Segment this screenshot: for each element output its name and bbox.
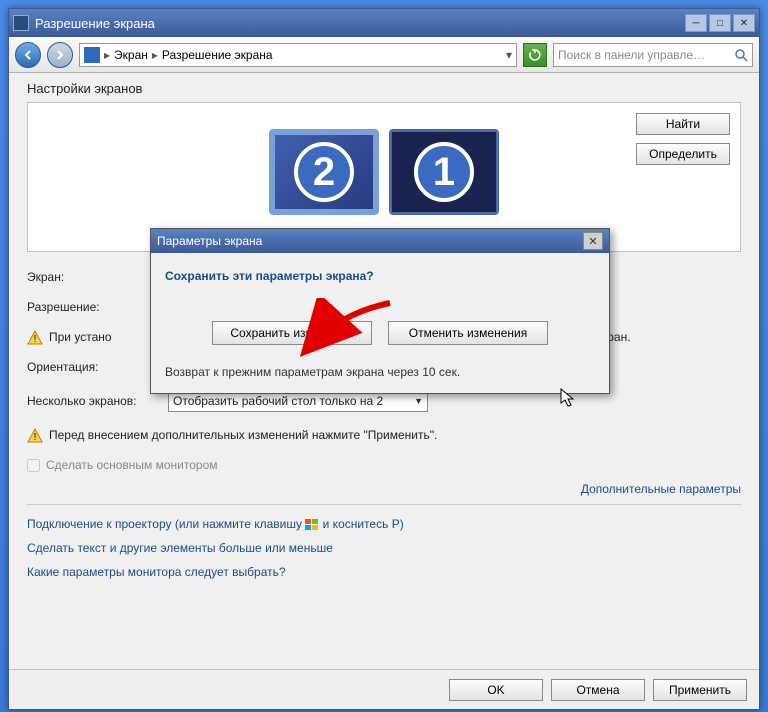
maximize-button[interactable]: □ [709, 14, 731, 32]
find-button[interactable]: Найти [636, 113, 730, 135]
breadcrumb-item-resolution[interactable]: Разрешение экрана [162, 48, 273, 62]
svg-text:!: ! [34, 432, 37, 443]
advanced-link[interactable]: Дополнительные параметры [27, 482, 741, 496]
refresh-button[interactable] [523, 43, 547, 67]
dialog-title-text: Параметры экрана [157, 234, 583, 248]
refresh-icon [528, 48, 542, 62]
windows-logo-icon [305, 519, 319, 531]
dialog-titlebar[interactable]: Параметры экрана ✕ [151, 229, 609, 253]
back-button[interactable] [15, 42, 41, 68]
breadcrumb-sep: ▸ [152, 48, 158, 62]
monitor-icon [84, 47, 100, 63]
save-changes-button[interactable]: Сохранить изменения [212, 321, 372, 345]
toolbar: ▸ Экран ▸ Разрешение экрана ▾ Поиск в па… [9, 37, 759, 73]
multiple-label: Несколько экранов: [27, 394, 162, 408]
breadcrumb-sep: ▸ [104, 48, 110, 62]
window-title: Разрешение экрана [35, 16, 685, 31]
forward-button[interactable] [47, 42, 73, 68]
screen-label: Экран: [27, 270, 162, 284]
svg-text:!: ! [34, 334, 37, 345]
warning-text-1a: При устано [49, 330, 112, 344]
identify-button[interactable]: Определить [636, 143, 730, 165]
search-placeholder: Поиск в панели управле… [558, 48, 705, 62]
make-main-checkbox [27, 459, 40, 472]
monitor-2-number: 2 [313, 150, 335, 195]
chevron-down-icon[interactable]: ▾ [506, 48, 512, 62]
arrow-left-icon [22, 49, 34, 61]
orientation-label: Ориентация: [27, 360, 162, 374]
search-icon [734, 48, 748, 62]
projector-link-post: и коснитесь P) [319, 517, 403, 531]
projector-link-pre: Подключение к проектору (или нажмите кла… [27, 517, 305, 531]
dialog-close-button[interactable]: ✕ [583, 232, 603, 250]
monitor-1[interactable]: 1 [389, 129, 499, 215]
ok-button[interactable]: OK [449, 679, 543, 701]
close-button[interactable]: ✕ [733, 14, 755, 32]
divider [27, 504, 741, 505]
screen-params-dialog: Параметры экрана ✕ Сохранить эти парамет… [150, 228, 610, 394]
dialog-question: Сохранить эти параметры экрана? [165, 269, 595, 283]
breadcrumb-item-screen[interactable]: Экран [114, 48, 148, 62]
bottom-button-bar: OK Отмена Применить [9, 669, 759, 709]
revert-changes-button[interactable]: Отменить изменения [388, 321, 548, 345]
monitor-1-number: 1 [433, 150, 455, 195]
monitor-params-link[interactable]: Какие параметры монитора следует выбрать… [27, 565, 741, 579]
projector-link[interactable]: Подключение к проектору (или нажмите кла… [27, 517, 741, 531]
section-title: Настройки экранов [27, 81, 741, 96]
apply-button[interactable]: Применить [653, 679, 747, 701]
monitor-2[interactable]: 2 [269, 129, 379, 215]
minimize-button[interactable]: ─ [685, 14, 707, 32]
multiple-screens-value: Отобразить рабочий стол только на 2 [173, 394, 383, 408]
make-main-label: Сделать основным монитором [46, 458, 218, 472]
arrow-right-icon [54, 49, 66, 61]
warning-icon: ! [27, 330, 43, 346]
warning-text-2: Перед внесением дополнительных изменений… [49, 428, 437, 442]
titlebar[interactable]: Разрешение экрана ─ □ ✕ [9, 9, 759, 37]
app-icon [13, 15, 29, 31]
search-input[interactable]: Поиск в панели управле… [553, 43, 753, 67]
text-size-link[interactable]: Сделать текст и другие элементы больше и… [27, 541, 741, 555]
cancel-button[interactable]: Отмена [551, 679, 645, 701]
warning-icon: ! [27, 428, 43, 444]
breadcrumb-bar[interactable]: ▸ Экран ▸ Разрешение экрана ▾ [79, 43, 517, 67]
dialog-countdown-text: Возврат к прежним параметрам экрана чере… [165, 365, 595, 379]
resolution-label: Разрешение: [27, 300, 162, 314]
